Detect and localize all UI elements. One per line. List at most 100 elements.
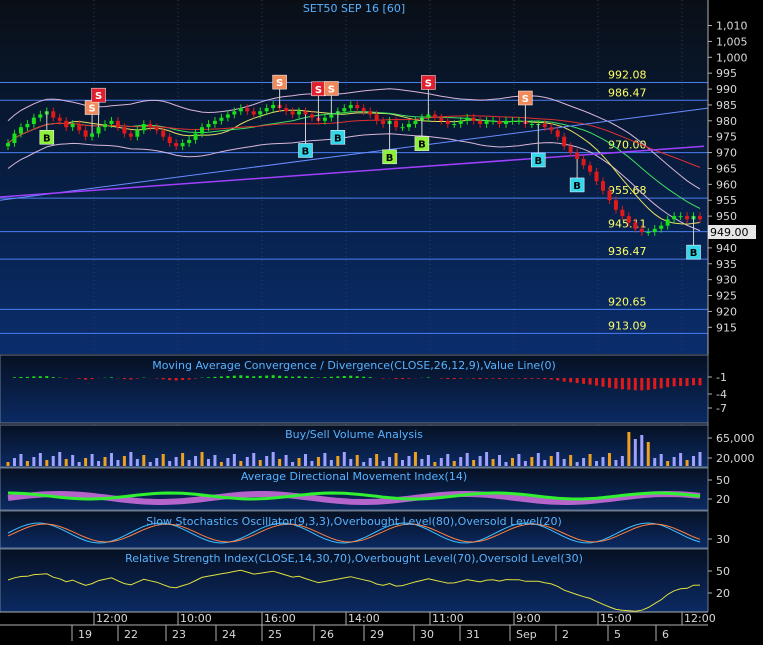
candle-body [555, 130, 560, 137]
volume-bar [401, 460, 405, 466]
volume-bar [446, 454, 450, 466]
volume-bar [187, 460, 191, 466]
candle-body [329, 114, 334, 118]
price-tick-label: 985 [716, 99, 737, 112]
candle-body [588, 165, 593, 172]
day-label: 29 [370, 628, 384, 641]
candle-body [232, 111, 237, 115]
candle-body [284, 108, 289, 112]
price-tick-label: 970 [716, 147, 737, 160]
candle-body [128, 133, 133, 137]
candle-body [38, 114, 43, 118]
volume-bar [543, 460, 547, 466]
volume-bar [310, 461, 314, 466]
hour-label: 10:00 [180, 612, 212, 625]
candle-body [465, 117, 470, 121]
price-panel[interactable] [0, 0, 708, 354]
volume-bar [336, 456, 340, 466]
level-label: 992.08 [608, 68, 647, 81]
day-label: 2 [562, 628, 569, 641]
volume-bar [549, 456, 553, 466]
volume-bar [517, 454, 521, 466]
volume-bar [84, 458, 88, 466]
candle-body [212, 120, 217, 124]
volume-bar [523, 461, 527, 466]
volume-bar [323, 453, 327, 466]
candle-body [25, 124, 30, 128]
candle-body [12, 133, 17, 144]
candle-body [639, 228, 644, 232]
volume-bar [504, 462, 508, 466]
volume-bar [627, 432, 631, 466]
candle-body [77, 124, 82, 131]
volume-bar [25, 461, 29, 466]
price-tick-label: 1,000 [716, 51, 748, 64]
candle-body [381, 120, 386, 124]
candle-body [206, 124, 211, 128]
candle-body [484, 120, 489, 124]
volume-bar [6, 462, 10, 466]
volume-bar [19, 454, 23, 466]
volume-bar [226, 458, 230, 466]
candle-body [600, 181, 605, 191]
time-axis: 12:00 10:00 16:00 14:00 11:00 9:00 15:00 12:00 1… [0, 611, 763, 641]
volume-bar [666, 461, 670, 466]
volume-bar [491, 459, 495, 466]
volume-bar [97, 461, 101, 466]
candle-body [57, 117, 62, 121]
candle-body [646, 232, 651, 233]
price-tick-label: 975 [716, 131, 737, 144]
candle-body [529, 124, 534, 125]
candle-body [406, 124, 411, 128]
candle-body [426, 114, 431, 118]
candle-body [355, 104, 360, 109]
volume-bar [219, 462, 223, 466]
sell-badge-label: S [522, 94, 529, 105]
volume-bar [174, 457, 178, 466]
volume-bar [465, 453, 469, 466]
price-tick-label: 1,010 [716, 20, 748, 33]
candle-body [238, 108, 243, 112]
volume-bar [413, 452, 417, 466]
sell-badge-label: S [315, 85, 322, 96]
volume-bar [394, 453, 398, 466]
volume-bar [433, 462, 437, 466]
candle-body [659, 225, 664, 229]
volume-bar [291, 462, 295, 466]
volume-bar [407, 456, 411, 466]
volume-bar [71, 455, 75, 466]
day-label: 24 [222, 628, 236, 641]
day-label: 23 [172, 628, 186, 641]
candle-body [154, 127, 159, 131]
candle-body [439, 117, 444, 121]
candle-body [452, 124, 457, 125]
candle-body [361, 108, 366, 112]
indicator-title: Relative Strength Index(CLOSE,14,30,70),… [125, 552, 583, 565]
price-tick-label: 965 [716, 162, 737, 175]
candle-body [575, 152, 580, 159]
candle-body [180, 143, 185, 147]
chart-canvas[interactable]: 992.08986.47970.00955.68945.11936.47920.… [0, 0, 763, 641]
volume-bar [109, 453, 113, 466]
candle-body [31, 117, 36, 124]
volume-bar [200, 452, 204, 466]
volume-bar [420, 459, 424, 466]
buy-badge-label: B [690, 248, 698, 259]
price-tick-label: 930 [716, 274, 737, 287]
sell-badge-label: S [425, 78, 432, 89]
panel-tick-label: 65,000 [716, 432, 755, 445]
volume-bar [692, 456, 696, 466]
candle-body [652, 228, 657, 232]
candle-body [200, 127, 205, 134]
candle-body [96, 127, 101, 134]
candle-body [581, 158, 586, 166]
volume-bar [51, 456, 55, 466]
volume-bar [685, 460, 689, 466]
candle-body [445, 120, 450, 124]
volume-bar [569, 455, 573, 466]
candle-body [83, 130, 88, 137]
volume-bar [679, 453, 683, 466]
volume-bar [58, 452, 62, 466]
volume-bar [316, 457, 320, 466]
candle-body [568, 146, 573, 153]
